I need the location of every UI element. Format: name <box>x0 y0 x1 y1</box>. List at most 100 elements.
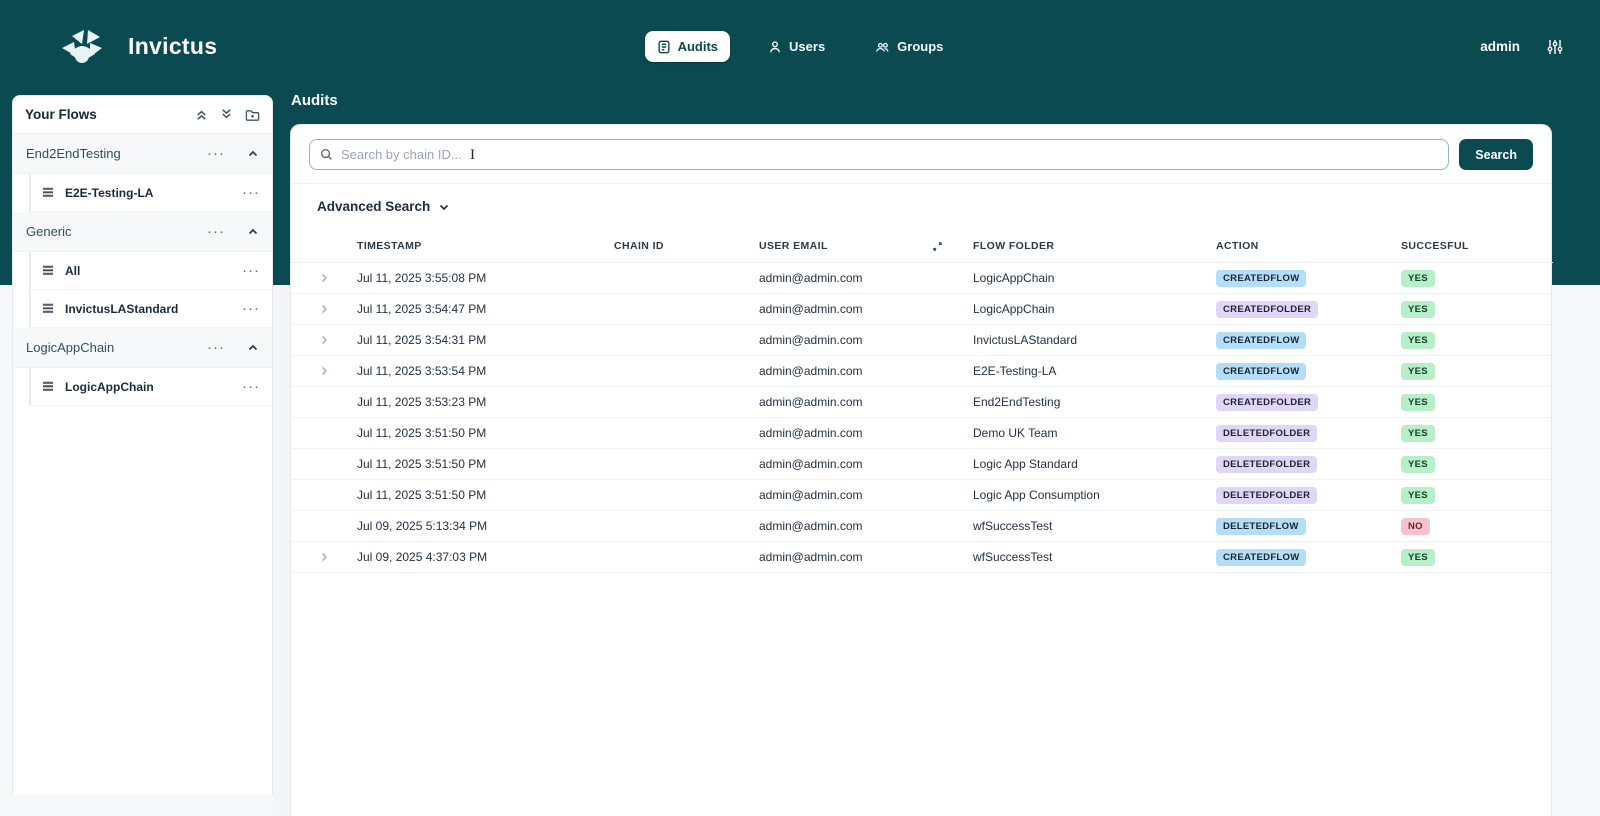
cell-flow-folder: End2EndTesting <box>973 386 1216 418</box>
search-input[interactable] <box>341 147 1439 162</box>
top-bar: Invictus Audits Users Groups admin <box>0 0 1600 93</box>
resize-arrows-icon[interactable] <box>932 241 943 252</box>
cell-chain-id <box>614 324 759 356</box>
cell-flow-folder: wfSuccessTest <box>973 510 1216 542</box>
row-expand-icon[interactable] <box>291 334 357 346</box>
current-user-label: admin <box>1480 39 1520 54</box>
audit-row[interactable]: Jul 11, 2025 3:55:08 PM admin@admin.com … <box>291 262 1553 294</box>
action-badge: CREATEDFLOW <box>1216 548 1307 566</box>
cell-timestamp: Jul 11, 2025 3:51:50 PM <box>357 417 614 449</box>
groups-icon <box>875 40 890 54</box>
top-right: admin <box>1480 0 1564 93</box>
flow-folder-label: LogicAppChain <box>26 340 115 355</box>
succesful-badge: YES <box>1401 393 1435 411</box>
col-action: ACTION <box>1216 228 1401 263</box>
advanced-search-toggle[interactable]: Advanced Search <box>291 184 1551 228</box>
flows-sidebar: Your Flows End2EndTesting ··· E2E-Testin… <box>12 95 273 795</box>
audit-row[interactable]: Jul 11, 2025 3:51:50 PM admin@admin.com … <box>291 448 1553 480</box>
tab-audits[interactable]: Audits <box>644 31 731 62</box>
audit-row[interactable]: Jul 11, 2025 3:53:23 PM admin@admin.com … <box>291 386 1553 418</box>
cell-flow-folder: Demo UK Team <box>973 417 1216 449</box>
audit-row[interactable]: Jul 11, 2025 3:54:31 PM admin@admin.com … <box>291 324 1553 356</box>
user-icon <box>768 40 782 54</box>
row-expand-icon[interactable] <box>291 303 357 315</box>
row-expand-icon[interactable] <box>291 272 357 284</box>
search-button[interactable]: Search <box>1459 139 1533 170</box>
cell-timestamp: Jul 09, 2025 5:13:34 PM <box>357 510 614 542</box>
cell-chain-id <box>614 479 759 511</box>
sliders-icon[interactable] <box>1546 38 1564 56</box>
chevron-up-icon[interactable] <box>247 148 259 160</box>
audits-table: TIMESTAMP CHAIN ID USER EMAIL FLOW FOLDE… <box>291 228 1553 573</box>
tab-users-label: Users <box>789 39 826 54</box>
action-badge: DELETEDFLOW <box>1216 517 1306 535</box>
flow-folder-section[interactable]: End2EndTesting ··· <box>13 134 272 174</box>
action-badge: DELETEDFOLDER <box>1216 455 1318 473</box>
flow-item-menu-icon[interactable]: ··· <box>242 263 260 278</box>
flow-item[interactable]: LogicAppChain ··· <box>29 368 272 406</box>
chevron-up-icon[interactable] <box>247 226 259 238</box>
flow-folder-section[interactable]: Generic ··· <box>13 212 272 252</box>
table-header-row: TIMESTAMP CHAIN ID USER EMAIL FLOW FOLDE… <box>291 228 1553 263</box>
chevron-up-icon[interactable] <box>247 342 259 354</box>
audits-panel: I Search Advanced Search TIMESTAMP CHAIN… <box>290 124 1553 816</box>
succesful-badge: YES <box>1401 486 1435 504</box>
cell-user-email: admin@admin.com <box>759 479 973 511</box>
audit-row[interactable]: Jul 11, 2025 3:51:50 PM admin@admin.com … <box>291 417 1553 449</box>
succesful-badge: NO <box>1401 517 1430 535</box>
tab-groups[interactable]: Groups <box>863 31 955 62</box>
flow-folder-label: Generic <box>26 224 72 239</box>
row-expand-icon[interactable] <box>291 365 357 377</box>
cell-user-email: admin@admin.com <box>759 324 973 356</box>
audit-row[interactable]: Jul 11, 2025 3:51:50 PM admin@admin.com … <box>291 479 1553 511</box>
add-folder-icon[interactable] <box>245 108 260 122</box>
flow-item-label: LogicAppChain <box>65 379 154 394</box>
cell-chain-id <box>614 448 759 480</box>
cell-flow-folder: Logic App Standard <box>973 448 1216 480</box>
cell-chain-id <box>614 510 759 542</box>
cell-timestamp: Jul 11, 2025 3:51:50 PM <box>357 479 614 511</box>
main-nav: Audits Users Groups <box>0 0 1600 93</box>
flow-item-menu-icon[interactable]: ··· <box>242 185 260 200</box>
flow-stack-icon <box>41 264 55 277</box>
cell-timestamp: Jul 11, 2025 3:54:47 PM <box>357 293 614 325</box>
flow-stack-icon <box>41 380 55 393</box>
tab-groups-label: Groups <box>897 39 944 54</box>
collapse-all-icon[interactable] <box>195 108 208 121</box>
card-gap <box>273 285 290 816</box>
cell-timestamp: Jul 11, 2025 3:51:50 PM <box>357 448 614 480</box>
cell-timestamp: Jul 11, 2025 3:55:08 PM <box>357 262 614 294</box>
col-user-email: USER EMAIL <box>759 228 973 263</box>
flow-item[interactable]: All ··· <box>29 252 272 290</box>
folder-menu-icon[interactable]: ··· <box>207 224 225 239</box>
action-badge: DELETEDFOLDER <box>1216 486 1318 504</box>
flow-item-menu-icon[interactable]: ··· <box>242 379 260 394</box>
flow-folder-section[interactable]: LogicAppChain ··· <box>13 328 272 368</box>
cell-user-email: admin@admin.com <box>759 417 973 449</box>
action-badge: CREATEDFOLDER <box>1216 393 1319 411</box>
sidebar-header: Your Flows <box>13 96 272 134</box>
audit-row[interactable]: Jul 11, 2025 3:54:47 PM admin@admin.com … <box>291 293 1553 325</box>
audit-row[interactable]: Jul 09, 2025 4:37:03 PM admin@admin.com … <box>291 541 1553 573</box>
audit-row[interactable]: Jul 09, 2025 5:13:34 PM admin@admin.com … <box>291 510 1553 542</box>
folder-menu-icon[interactable]: ··· <box>207 340 225 355</box>
flow-stack-icon <box>41 186 55 199</box>
sidebar-title: Your Flows <box>25 107 97 122</box>
audit-log-icon <box>657 40 671 54</box>
succesful-badge: YES <box>1401 362 1435 380</box>
flow-item-menu-icon[interactable]: ··· <box>242 301 260 316</box>
col-succesful: SUCCESFUL <box>1401 228 1553 263</box>
tab-users[interactable]: Users <box>756 31 837 62</box>
action-badge: DELETEDFOLDER <box>1216 424 1318 442</box>
succesful-badge: YES <box>1401 455 1435 473</box>
cell-flow-folder: LogicAppChain <box>973 293 1216 325</box>
audit-row[interactable]: Jul 11, 2025 3:53:54 PM admin@admin.com … <box>291 355 1553 387</box>
cell-user-email: admin@admin.com <box>759 541 973 573</box>
flow-item-label: InvictusLAStandard <box>65 301 179 316</box>
chevron-down-icon <box>438 201 450 213</box>
folder-menu-icon[interactable]: ··· <box>207 146 225 161</box>
flow-item[interactable]: InvictusLAStandard ··· <box>29 290 272 328</box>
flow-item[interactable]: E2E-Testing-LA ··· <box>29 174 272 212</box>
expand-all-icon[interactable] <box>220 108 233 121</box>
row-expand-icon[interactable] <box>291 551 357 563</box>
